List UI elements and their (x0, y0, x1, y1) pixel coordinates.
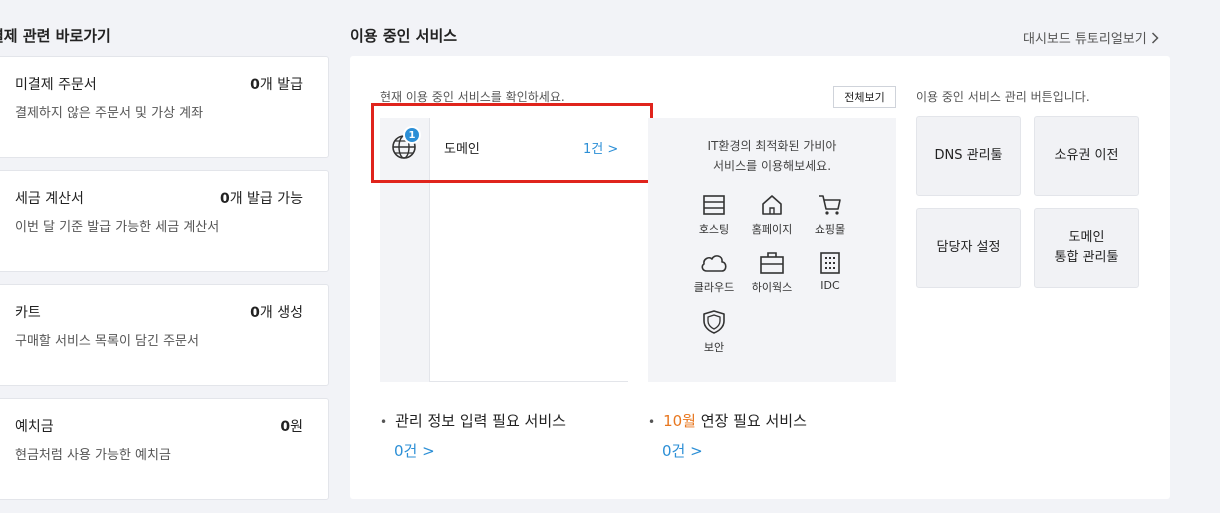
contact-settings-button[interactable]: 담당자 설정 (916, 208, 1021, 288)
briefcase-icon (760, 252, 784, 274)
server-icon (703, 195, 725, 215)
chevron-right-icon (1151, 31, 1159, 44)
idc-service[interactable]: IDC (800, 251, 860, 292)
service-label: 클라우드 (693, 281, 735, 294)
promo-line-2: 서비스를 이용해보세요. (712, 159, 832, 173)
dns-manager-button[interactable]: DNS 관리툴 (916, 116, 1021, 196)
domain-integrated-manager-button[interactable]: 도메인 통합 관리툴 (1034, 208, 1139, 288)
cloud-icon (701, 255, 727, 272)
card-desc: 결제하지 않은 주문서 및 가상 계좌 (15, 106, 204, 121)
payment-shortcuts-title: 결제 관련 바로가기 (0, 27, 111, 45)
highlight-box (371, 103, 653, 183)
card-name: 예치금 (15, 419, 54, 435)
shopping-mall-service[interactable]: 쇼핑몰 (800, 193, 860, 237)
renewal-count-link[interactable]: 0건 > (662, 440, 703, 461)
card-count: 0원 (280, 419, 303, 435)
tutorial-link[interactable]: 대시보드 튜토리얼보기 (1023, 28, 1159, 47)
card-desc: 이번 달 기준 발급 가능한 세금 계산서 (15, 220, 220, 235)
cart-icon (819, 195, 841, 215)
services-title: 이용 중인 서비스 (350, 27, 458, 45)
security-service[interactable]: 보안 (684, 309, 744, 355)
card-count: 0개 생성 (250, 305, 303, 321)
button-label-line-1: 도메인 (1068, 230, 1105, 245)
bullet-dot: • (648, 415, 656, 429)
hiworks-service[interactable]: 하이웍스 (742, 251, 802, 295)
renewal-month: 10월 (663, 412, 696, 430)
button-label: 담당자 설정 (936, 240, 1001, 255)
promo-text: IT환경의 최적화된 가비아 서비스를 이용해보세요. (648, 136, 896, 176)
bullet-dot: • (380, 415, 388, 429)
info-required-label: • 관리 정보 입력 필요 서비스 (380, 412, 566, 430)
service-label: 쇼핑몰 (814, 223, 846, 236)
cart-card[interactable]: 카트 구매할 서비스 목록이 담긴 주문서 0개 생성 (0, 284, 329, 386)
tax-invoice-card[interactable]: 세금 계산서 이번 달 기준 발급 가능한 세금 계산서 0개 발급 가능 (0, 170, 329, 272)
card-name: 세금 계산서 (15, 191, 84, 207)
cloud-service[interactable]: 클라우드 (684, 251, 744, 295)
button-label-line-2: 통합 관리툴 (1054, 250, 1119, 265)
button-label: DNS 관리툴 (934, 148, 1003, 163)
house-icon (762, 195, 782, 215)
hosting-service[interactable]: 호스팅 (684, 193, 744, 237)
info-required-count-link[interactable]: 0건 > (394, 440, 435, 461)
service-label: 홈페이지 (751, 223, 793, 236)
renewal-required-label: • 10월 연장 필요 서비스 (648, 412, 807, 430)
tutorial-label: 대시보드 튜토리얼보기 (1023, 32, 1147, 47)
ownership-transfer-button[interactable]: 소유권 이전 (1034, 116, 1139, 196)
manage-description: 이용 중인 서비스 관리 버튼입니다. (916, 90, 1090, 104)
service-label: IDC (820, 279, 840, 292)
card-desc: 구매할 서비스 목록이 담긴 주문서 (15, 334, 199, 349)
card-count: 0개 발급 가능 (219, 191, 303, 207)
card-name: 미결제 주문서 (15, 77, 97, 93)
service-label: 호스팅 (698, 223, 730, 236)
card-count: 0개 발급 (250, 77, 303, 93)
homepage-service[interactable]: 홈페이지 (742, 193, 802, 237)
service-label: 하이웍스 (751, 281, 793, 294)
card-name: 카트 (15, 305, 41, 321)
card-desc: 현금처럼 사용 가능한 예치금 (15, 448, 171, 463)
promo-line-1: IT환경의 최적화된 가비아 (707, 139, 837, 153)
button-label: 소유권 이전 (1054, 148, 1119, 163)
unpaid-orders-card[interactable]: 미결제 주문서 결제하지 않은 주문서 및 가상 계좌 0개 발급 (0, 56, 329, 158)
deposit-card[interactable]: 예치금 현금처럼 사용 가능한 예치금 0원 (0, 398, 329, 500)
service-label: 보안 (703, 341, 725, 354)
building-icon (820, 252, 840, 274)
shield-icon (703, 310, 725, 334)
view-all-button[interactable]: 전체보기 (833, 86, 896, 108)
